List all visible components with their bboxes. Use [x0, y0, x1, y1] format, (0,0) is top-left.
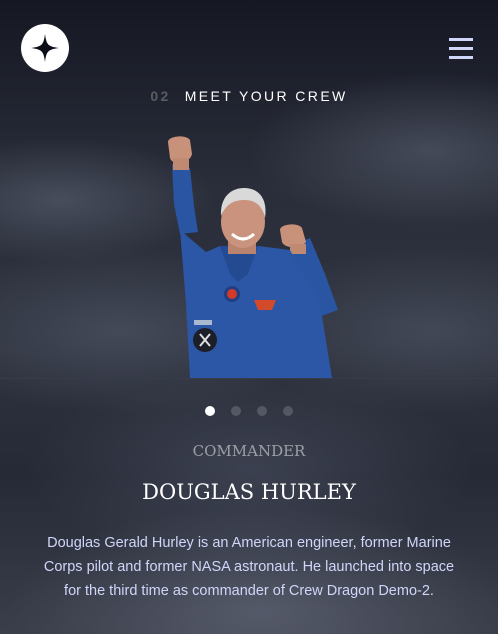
page-heading: 02 MEET YOUR CREW — [0, 88, 498, 104]
crew-role: COMMANDER — [192, 442, 306, 460]
image-divider — [0, 378, 498, 379]
pagination-dot-3[interactable] — [257, 406, 267, 416]
menu-bar — [449, 47, 473, 50]
pagination-dot-1[interactable] — [205, 406, 215, 416]
pagination-dot-4[interactable] — [283, 406, 293, 416]
logo[interactable] — [21, 24, 69, 72]
page-title: MEET YOUR CREW — [184, 88, 348, 104]
crew-pagination — [0, 406, 498, 416]
crew-bio: Douglas Gerald Hurley is an American eng… — [43, 535, 455, 599]
menu-bar — [449, 38, 473, 41]
hamburger-menu-icon[interactable] — [449, 38, 473, 59]
menu-bar — [449, 56, 473, 59]
star-logo-icon — [31, 34, 59, 62]
crew-name: DOUGLAS HURLEY — [142, 480, 356, 504]
astronaut-portrait-image — [168, 136, 338, 378]
pagination-dot-2[interactable] — [231, 406, 241, 416]
page-number: 02 — [150, 88, 171, 104]
